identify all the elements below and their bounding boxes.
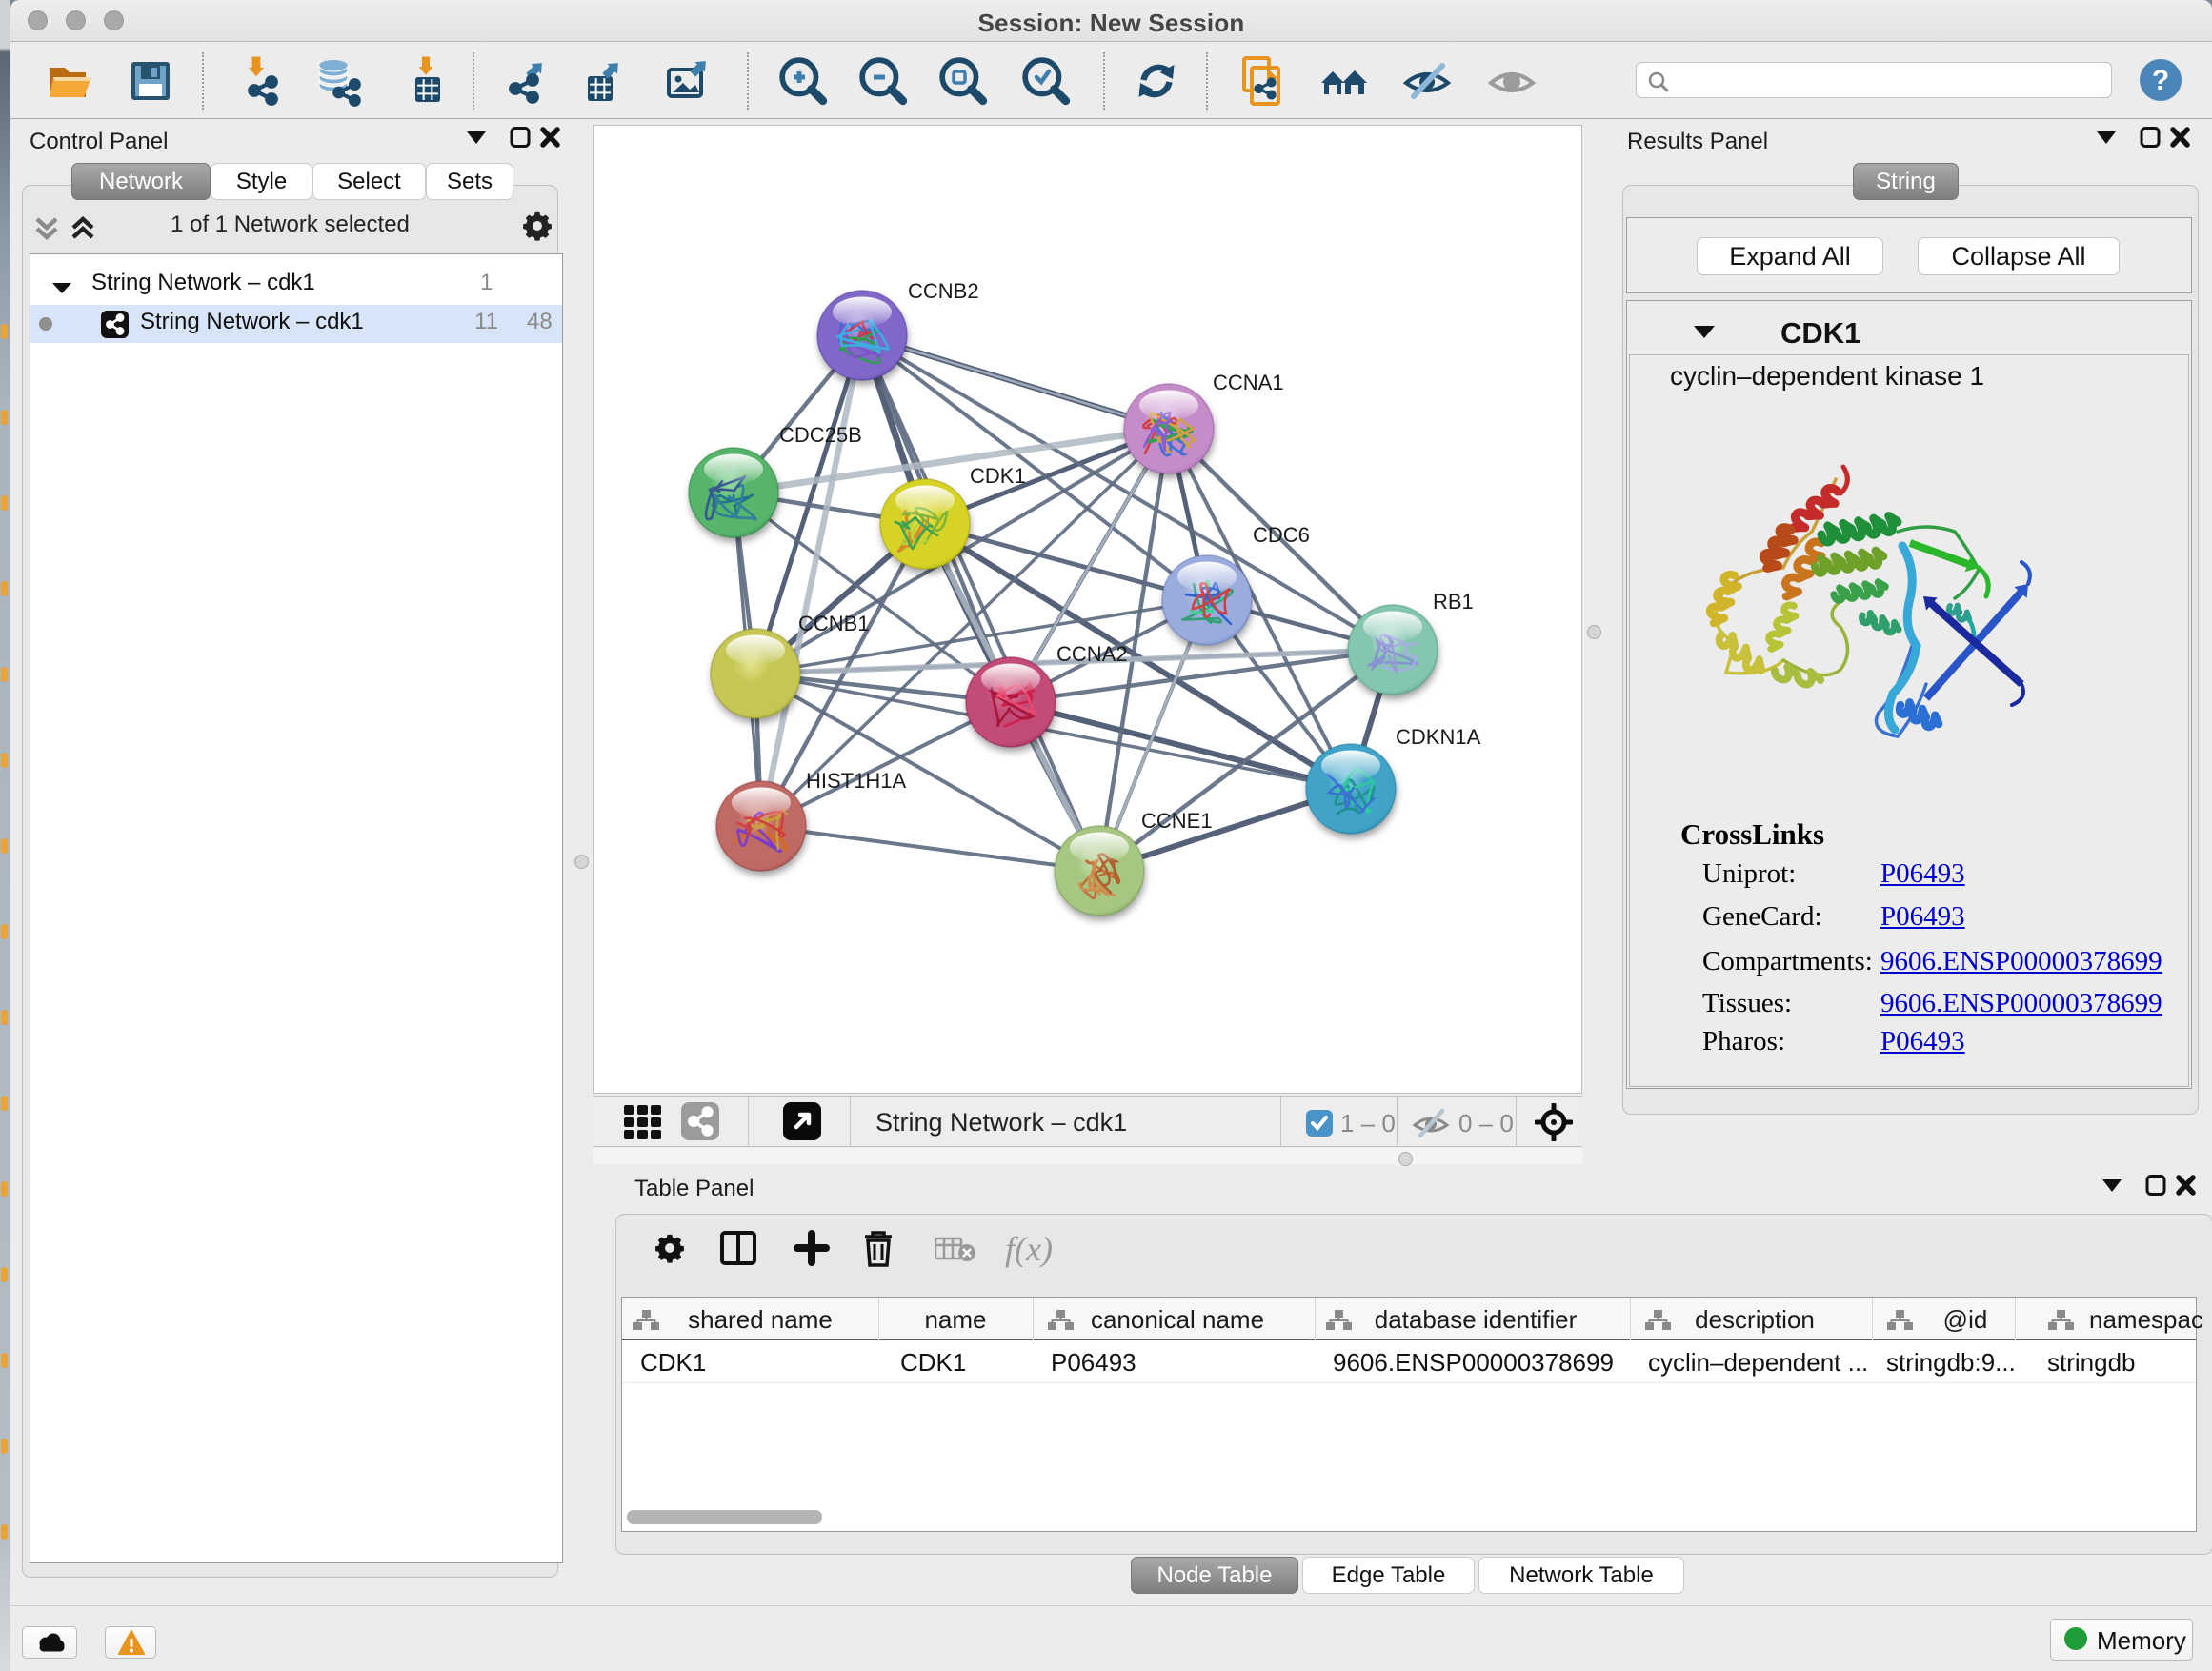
svg-text:HIST1H1A: HIST1H1A bbox=[806, 769, 906, 793]
svg-text:CCNE1: CCNE1 bbox=[1141, 809, 1213, 833]
svg-text:CCNA2: CCNA2 bbox=[1056, 642, 1128, 666]
svg-text:CCNB2: CCNB2 bbox=[908, 279, 979, 303]
svg-text:CCNA1: CCNA1 bbox=[1213, 371, 1284, 394]
svg-text:CCNB1: CCNB1 bbox=[798, 612, 870, 635]
svg-text:?: ? bbox=[2152, 65, 2169, 96]
svg-text:CDKN1A: CDKN1A bbox=[1396, 725, 1481, 749]
svg-text:CDC25B: CDC25B bbox=[779, 423, 862, 447]
svg-text:CDC6: CDC6 bbox=[1253, 523, 1310, 547]
svg-text:CDK1: CDK1 bbox=[970, 464, 1026, 488]
svg-text:RB1: RB1 bbox=[1433, 590, 1474, 614]
